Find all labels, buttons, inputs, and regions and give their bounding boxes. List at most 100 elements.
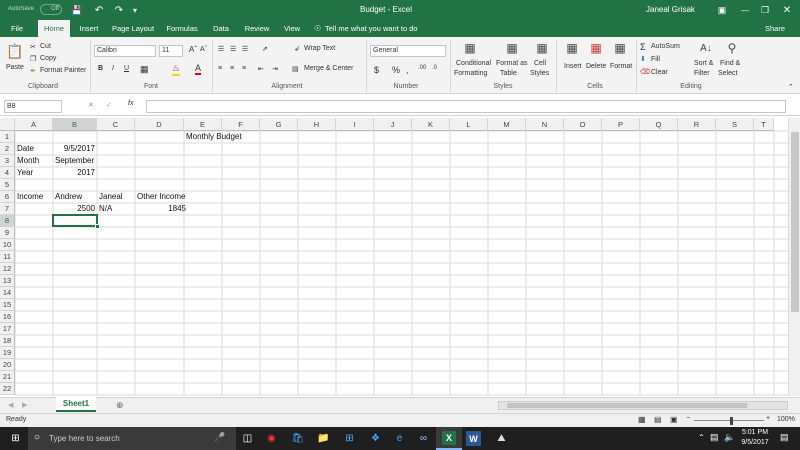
page-layout-view-icon[interactable]: ▤ bbox=[654, 415, 662, 424]
cell-b6[interactable]: Andrew bbox=[53, 191, 97, 203]
row-header-22[interactable]: 22 bbox=[0, 383, 15, 395]
currency-icon[interactable]: $ bbox=[374, 65, 379, 75]
cut-button[interactable]: Cut bbox=[40, 43, 51, 50]
comma-icon[interactable]: , bbox=[406, 65, 409, 75]
column-header-m[interactable]: M bbox=[488, 118, 526, 131]
active-cell-b8[interactable] bbox=[52, 214, 98, 227]
zoom-slider[interactable] bbox=[694, 420, 764, 421]
delete-cells-icon[interactable]: ▦ bbox=[588, 40, 604, 56]
zoom-level[interactable]: 100% bbox=[777, 416, 795, 423]
cell-a6[interactable]: Income bbox=[15, 191, 53, 203]
row-header-12[interactable]: 12 bbox=[0, 263, 15, 275]
row-header-2[interactable]: 2 bbox=[0, 143, 15, 155]
align-top-icon[interactable]: ☰ bbox=[218, 45, 224, 53]
format-painter-button[interactable]: Format Painter bbox=[40, 67, 86, 74]
cell-c6[interactable]: Janeal bbox=[97, 191, 135, 203]
column-header-r[interactable]: R bbox=[678, 118, 716, 131]
column-header-g[interactable]: G bbox=[260, 118, 298, 131]
clear-icon[interactable]: ⌫ bbox=[640, 68, 650, 76]
windows-icon[interactable]: ⊞ bbox=[342, 431, 357, 446]
fill-icon[interactable]: ⬇ bbox=[640, 55, 646, 63]
column-header-o[interactable]: O bbox=[564, 118, 602, 131]
zoom-slider-thumb[interactable] bbox=[730, 417, 733, 425]
vertical-scrollbar[interactable] bbox=[788, 118, 800, 396]
align-center-icon[interactable]: ≡ bbox=[230, 65, 234, 72]
collapse-ribbon-icon[interactable]: ⌃ bbox=[788, 83, 794, 91]
prev-sheet-icon[interactable]: ◀ bbox=[8, 401, 13, 409]
vertical-scrollbar-thumb[interactable] bbox=[791, 132, 799, 312]
format-as-label[interactable]: Format as bbox=[496, 60, 528, 67]
network-icon[interactable]: ▤ bbox=[710, 432, 719, 443]
tab-file[interactable]: File bbox=[6, 20, 28, 37]
store-icon[interactable]: 🛍 bbox=[290, 431, 305, 446]
filter-label[interactable]: Filter bbox=[694, 70, 710, 77]
clear-button[interactable]: Clear bbox=[651, 69, 668, 76]
row-header-10[interactable]: 10 bbox=[0, 239, 15, 251]
borders-icon[interactable]: ▦ bbox=[140, 64, 149, 75]
horizontal-scrollbar[interactable] bbox=[498, 401, 788, 410]
restore-icon[interactable]: ❐ bbox=[758, 3, 772, 17]
column-header-f[interactable]: F bbox=[222, 118, 260, 131]
row-header-9[interactable]: 9 bbox=[0, 227, 15, 239]
infinity-app-icon[interactable]: ∞ bbox=[416, 431, 431, 446]
fill-handle[interactable] bbox=[95, 224, 100, 229]
row-header-15[interactable]: 15 bbox=[0, 299, 15, 311]
autosum-button[interactable]: AutoSum bbox=[651, 43, 680, 50]
format-as-table-icon[interactable]: ▦ bbox=[504, 40, 520, 56]
row-header-13[interactable]: 13 bbox=[0, 275, 15, 287]
align-bottom-icon[interactable]: ☰ bbox=[242, 45, 248, 53]
new-sheet-icon[interactable]: ⊕ bbox=[116, 400, 124, 411]
cell-label[interactable]: Cell bbox=[534, 60, 546, 67]
percent-icon[interactable]: % bbox=[392, 65, 400, 75]
row-header-6[interactable]: 6 bbox=[0, 191, 15, 203]
customize-toolbar-icon[interactable]: ▾ bbox=[130, 3, 140, 17]
row-header-21[interactable]: 21 bbox=[0, 371, 15, 383]
user-name[interactable]: Janeal Grisak bbox=[646, 5, 695, 14]
row-header-18[interactable]: 18 bbox=[0, 335, 15, 347]
redo-icon[interactable]: ↷ bbox=[112, 3, 126, 17]
spreadsheet-grid[interactable]: ABCDEFGHIJKLMNOPQRST 1 2 3 4 5 6 7 8 9 10 11 12 13 14… bbox=[0, 118, 800, 396]
horizontal-scrollbar-thumb[interactable] bbox=[507, 403, 747, 408]
row-header-19[interactable]: 19 bbox=[0, 347, 15, 359]
row-header-3[interactable]: 3 bbox=[0, 155, 15, 167]
confirm-entry-icon[interactable]: ✓ bbox=[106, 101, 112, 109]
sort-filter-icon[interactable]: A↓ bbox=[698, 40, 714, 56]
cell-a4[interactable]: Year bbox=[15, 167, 53, 179]
microphone-icon[interactable]: 🎤 bbox=[214, 432, 225, 443]
dropbox-icon[interactable]: ❖ bbox=[368, 431, 383, 446]
minimize-icon[interactable]: — bbox=[738, 3, 752, 17]
column-header-k[interactable]: K bbox=[412, 118, 450, 131]
conditional-formatting-icon[interactable]: ▦ bbox=[462, 40, 478, 56]
cell-d7[interactable]: 1845 bbox=[135, 203, 188, 215]
cut-icon[interactable]: ✂ bbox=[30, 43, 36, 51]
task-view-icon[interactable]: ◫ bbox=[240, 431, 255, 446]
cell-b4[interactable]: 2017 bbox=[53, 167, 97, 179]
font-size-select[interactable]: 11 bbox=[159, 45, 183, 57]
normal-view-icon[interactable]: ▦ bbox=[638, 415, 646, 424]
increase-decimal-icon[interactable]: .00 bbox=[418, 65, 426, 71]
share-button[interactable]: Share bbox=[765, 24, 785, 33]
page-break-view-icon[interactable]: ▣ bbox=[670, 415, 678, 424]
file-explorer-icon[interactable]: 📁 bbox=[316, 431, 331, 446]
cell-styles-icon[interactable]: ▦ bbox=[534, 40, 550, 56]
taskbar-search-placeholder[interactable]: Type here to search bbox=[49, 434, 120, 443]
delete-cells-button[interactable]: Delete bbox=[586, 63, 606, 70]
conditional-formatting-label[interactable]: Conditional bbox=[456, 60, 491, 67]
windows-start-icon[interactable]: ⊞ bbox=[8, 431, 23, 446]
tab-review[interactable]: Review bbox=[242, 20, 272, 37]
zoom-out-icon[interactable]: − bbox=[686, 415, 690, 422]
column-header-b[interactable]: B bbox=[53, 118, 97, 131]
row-header-4[interactable]: 4 bbox=[0, 167, 15, 179]
cell-b2[interactable]: 9/5/2017 bbox=[53, 143, 97, 155]
select-label[interactable]: Select bbox=[718, 70, 737, 77]
close-icon[interactable]: ✕ bbox=[780, 3, 794, 17]
column-header-s[interactable]: S bbox=[716, 118, 754, 131]
font-name-select[interactable]: Calibri bbox=[94, 45, 156, 57]
formatting-label[interactable]: Formatting bbox=[454, 70, 487, 77]
insert-cells-icon[interactable]: ▦ bbox=[564, 40, 580, 56]
cell-a3[interactable]: Month bbox=[15, 155, 53, 167]
tab-home[interactable]: Home bbox=[38, 20, 70, 37]
fill-color-icon[interactable]: ♨ bbox=[172, 63, 181, 76]
column-header-n[interactable]: N bbox=[526, 118, 564, 131]
paste-button[interactable]: Paste bbox=[6, 64, 24, 71]
